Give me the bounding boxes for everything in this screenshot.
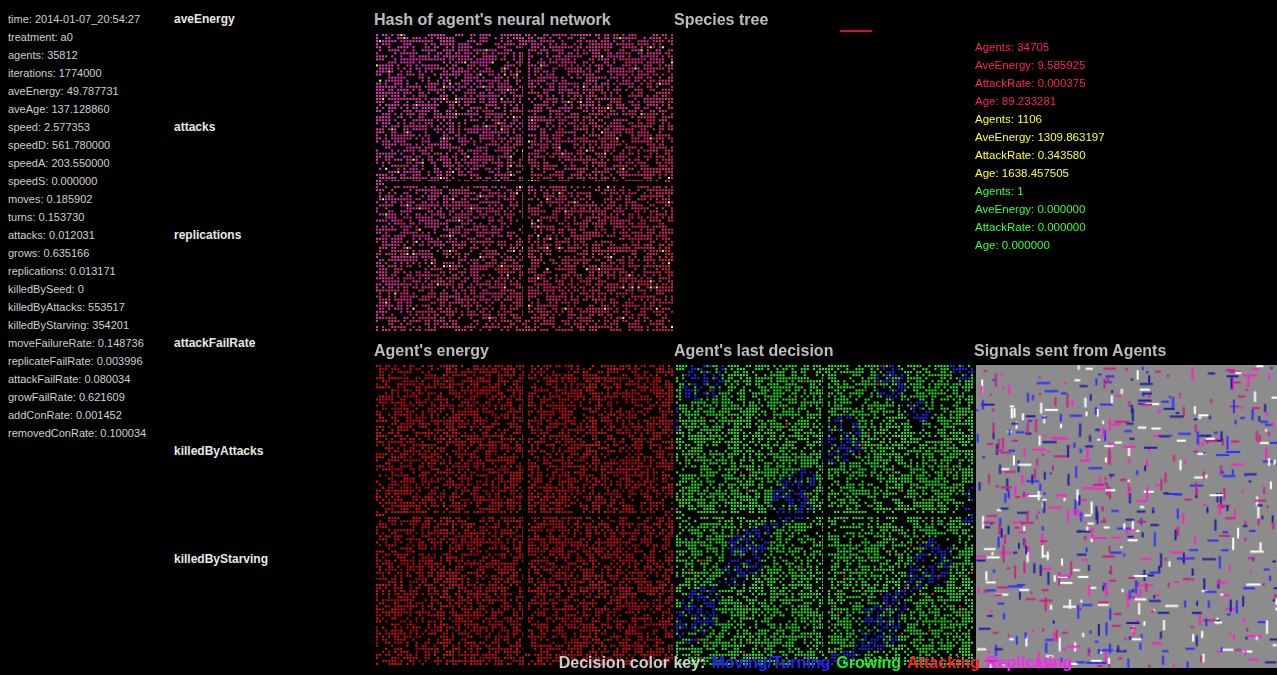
key-item: Moving/Turning xyxy=(711,653,830,673)
stat-line: killedByAttacks: 553517 xyxy=(8,298,172,316)
species-line: Agents: 34705 xyxy=(975,38,1277,56)
chart-label: aveEnergy xyxy=(174,10,374,28)
stat-line: speed: 2.577353 xyxy=(8,118,172,136)
decision-key: Decision color key:Moving/Turning Growing… xyxy=(374,651,1277,673)
stat-line: growFailRate: 0.621609 xyxy=(8,388,172,406)
main-area: Hash of agent's neural networkSpecies tr… xyxy=(374,0,1277,675)
panel-title: Hash of agent's neural network xyxy=(374,10,674,30)
panel-title: Agent's energy xyxy=(374,341,674,361)
key-item: Attacking xyxy=(907,653,980,673)
species-line: AttackRate: 0.000375 xyxy=(975,74,1277,92)
chart-label: killedByAttacks xyxy=(174,442,374,460)
stat-line: killedBySeed: 0 xyxy=(8,280,172,298)
stat-line: aveAge: 137.128860 xyxy=(8,100,172,118)
panel-title: Signals sent from Agents xyxy=(974,341,1277,361)
stat-line: agents: 35812 xyxy=(8,46,172,64)
stat-line: addConRate: 0.001452 xyxy=(8,406,172,424)
chart: attacks xyxy=(174,118,374,226)
stat-line: speedS: 0.000000 xyxy=(8,172,172,190)
decision-map xyxy=(676,365,974,665)
species-line: AveEnergy: 9.585925 xyxy=(975,56,1277,74)
hash-panel: Hash of agent's neural network xyxy=(374,0,674,331)
stat-line: attackFailRate: 0.080034 xyxy=(8,370,172,388)
chart: attackFailRate xyxy=(174,334,374,442)
chart: aveEnergy xyxy=(174,10,374,118)
tree-branch xyxy=(840,30,872,32)
stat-line: iterations: 1774000 xyxy=(8,64,172,82)
stats-list: time: 2014-01-07_20:54:27treatment: a0ag… xyxy=(0,0,172,675)
stat-line: moves: 0.185902 xyxy=(8,190,172,208)
species-line: AttackRate: 0.000000 xyxy=(975,218,1277,236)
key-item: Replicating xyxy=(986,653,1072,673)
species-line: AveEnergy: 1309.863197 xyxy=(975,128,1277,146)
panel-title: Species tree xyxy=(674,10,974,30)
chart-label: attacks xyxy=(174,118,374,136)
energy-panel: Agent's energy xyxy=(374,331,674,651)
stat-line: turns: 0.153730 xyxy=(8,208,172,226)
decision-panel: Agent's last decision xyxy=(674,331,974,651)
stat-line: speedA: 203.550000 xyxy=(8,154,172,172)
stat-line: treatment: a0 xyxy=(8,28,172,46)
species-line: AttackRate: 0.343580 xyxy=(975,146,1277,164)
stat-line: replications: 0.013171 xyxy=(8,262,172,280)
stat-line: removedConRate: 0.100034 xyxy=(8,424,172,442)
hash-map xyxy=(376,34,674,332)
key-label: Decision color key: xyxy=(559,653,706,673)
chart-column: aveEnergy attacks replications attackFailRa… xyxy=(172,0,374,675)
species-panel: Agents: 34705AveEnergy: 9.585925AttackRa… xyxy=(974,0,1277,331)
stat-line: grows: 0.635166 xyxy=(8,244,172,262)
signals-map xyxy=(976,365,1277,668)
panel-title: Agent's last decision xyxy=(674,341,974,361)
panel-grid: Hash of agent's neural networkSpecies tr… xyxy=(374,0,1277,651)
stat-line: replicateFailRate: 0.003996 xyxy=(8,352,172,370)
stat-line: attacks: 0.012031 xyxy=(8,226,172,244)
stat-line: killedByStarving: 354201 xyxy=(8,316,172,334)
species-line: Agents: 1106 xyxy=(975,110,1277,128)
stat-line: moveFailureRate: 0.148736 xyxy=(8,334,172,352)
stat-line: speedD: 561.780000 xyxy=(8,136,172,154)
stat-line: time: 2014-01-07_20:54:27 xyxy=(8,10,172,28)
tree-panel: Species tree xyxy=(674,0,974,331)
key-item: Growing xyxy=(836,653,901,673)
chart: killedByStarving xyxy=(174,550,374,658)
signals-panel: Signals sent from Agents xyxy=(974,331,1277,651)
species-stats: Agents: 34705AveEnergy: 9.585925AttackRa… xyxy=(974,10,1277,254)
species-line: Age: 89.233281 xyxy=(975,92,1277,110)
energy-map xyxy=(376,365,674,665)
species-line: AveEnergy: 0.000000 xyxy=(975,200,1277,218)
species-line: Agents: 1 xyxy=(975,182,1277,200)
chart: killedByAttacks xyxy=(174,442,374,550)
chart-label: replications xyxy=(174,226,374,244)
tree-area xyxy=(674,34,968,328)
species-line: Age: 0.000000 xyxy=(975,236,1277,254)
chart-label: attackFailRate xyxy=(174,334,374,352)
species-line: Age: 1638.457505 xyxy=(975,164,1277,182)
chart-label: killedByStarving xyxy=(174,550,374,568)
stat-line: aveEnergy: 49.787731 xyxy=(8,82,172,100)
chart: replications xyxy=(174,226,374,334)
